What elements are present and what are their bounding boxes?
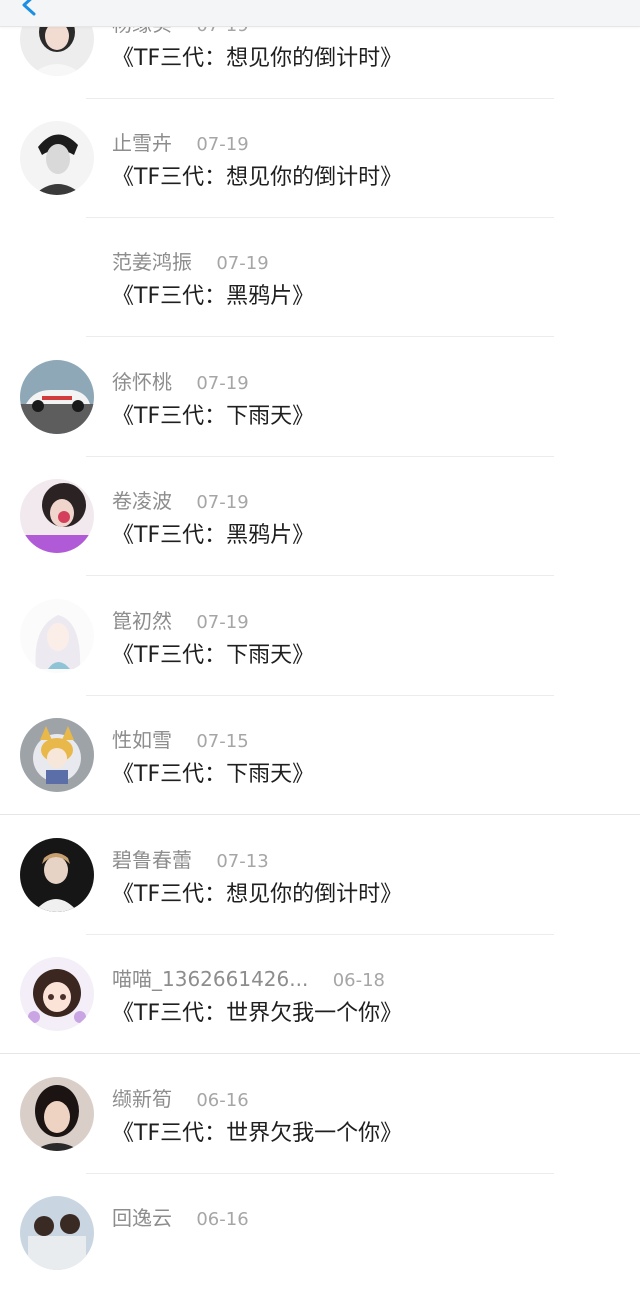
user-name[interactable]: 缬新筍 bbox=[112, 1087, 172, 1111]
comment-date: 07-19 bbox=[216, 253, 269, 274]
divider bbox=[86, 336, 554, 337]
comment-date: 07-19 bbox=[196, 134, 249, 155]
user-name[interactable]: 回逸云 bbox=[112, 1206, 172, 1230]
comment-date: 06-16 bbox=[196, 1090, 249, 1111]
list-item[interactable]: 回逸云 06-16 bbox=[0, 1174, 640, 1293]
user-name[interactable]: 性如雪 bbox=[112, 728, 172, 752]
user-name[interactable]: 喵喵_1362661426... bbox=[112, 967, 308, 991]
comment-date: 07-19 bbox=[196, 492, 249, 513]
comment-text: 《TF三代：想见你的倒计时》 bbox=[112, 46, 403, 71]
comment-date: 06-18 bbox=[332, 970, 385, 991]
user-name[interactable]: 箟初然 bbox=[112, 609, 172, 633]
divider bbox=[86, 575, 554, 576]
avatar[interactable] bbox=[20, 599, 94, 673]
list-item[interactable]: 喵喵_1362661426... 06-18 《TF三代：世界欠我一个你》 bbox=[0, 935, 640, 1054]
comment-date: 07-13 bbox=[216, 851, 269, 872]
user-name[interactable]: 卷凌波 bbox=[112, 489, 172, 513]
comment-text: 《TF三代：黑鸦片》 bbox=[112, 284, 315, 309]
comment-text: 《TF三代：下雨天》 bbox=[112, 643, 315, 668]
comment-text: 《TF三代：世界欠我一个你》 bbox=[112, 1001, 403, 1026]
comment-text: 《TF三代：想见你的倒计时》 bbox=[112, 882, 403, 907]
list-item[interactable]: 止雪卉 07-19 《TF三代：想见你的倒计时》 bbox=[0, 99, 640, 218]
list-item[interactable]: 范姜鸿振 07-19 《TF三代：黑鸦片》 bbox=[0, 218, 640, 337]
divider bbox=[0, 814, 640, 815]
comment-text: 《TF三代：黑鸦片》 bbox=[112, 523, 315, 548]
comment-text: 《TF三代：想见你的倒计时》 bbox=[112, 165, 403, 190]
comment-date: 07-19 bbox=[196, 373, 249, 394]
avatar[interactable] bbox=[20, 1196, 94, 1270]
comment-date: 07-15 bbox=[196, 731, 249, 752]
chevron-left-icon[interactable] bbox=[18, 0, 44, 16]
user-name[interactable]: 徐怀桃 bbox=[112, 370, 172, 394]
top-bar bbox=[0, 0, 640, 27]
user-name[interactable]: 碧鲁春蕾 bbox=[112, 848, 192, 872]
avatar[interactable] bbox=[20, 957, 94, 1031]
avatar[interactable] bbox=[20, 838, 94, 912]
comment-text: 《TF三代：下雨天》 bbox=[112, 762, 315, 787]
avatar[interactable] bbox=[20, 718, 94, 792]
list-item[interactable]: 缬新筍 06-16 《TF三代：世界欠我一个你》 bbox=[0, 1055, 640, 1174]
user-name[interactable]: 止雪卉 bbox=[112, 131, 172, 155]
comment-date: 06-16 bbox=[196, 1209, 249, 1230]
comment-date: 07-19 bbox=[196, 612, 249, 633]
comment-text: 《TF三代：世界欠我一个你》 bbox=[112, 1121, 403, 1146]
user-name[interactable]: 范姜鸿振 bbox=[112, 250, 192, 274]
list-item[interactable]: 碧鲁春蕾 07-13 《TF三代：想见你的倒计时》 bbox=[0, 816, 640, 935]
list-item[interactable]: 卷凌波 07-19 《TF三代：黑鸦片》 bbox=[0, 457, 640, 576]
avatar[interactable] bbox=[20, 1077, 94, 1151]
list-item[interactable]: 性如雪 07-15 《TF三代：下雨天》 bbox=[0, 696, 640, 815]
list-item[interactable]: 箟初然 07-19 《TF三代：下雨天》 bbox=[0, 577, 640, 696]
avatar[interactable] bbox=[20, 479, 94, 553]
avatar[interactable] bbox=[20, 121, 94, 195]
divider bbox=[0, 1053, 640, 1054]
comment-text: 《TF三代：下雨天》 bbox=[112, 404, 315, 429]
avatar[interactable] bbox=[20, 360, 94, 434]
list-item[interactable]: 徐怀桃 07-19 《TF三代：下雨天》 bbox=[0, 338, 640, 457]
